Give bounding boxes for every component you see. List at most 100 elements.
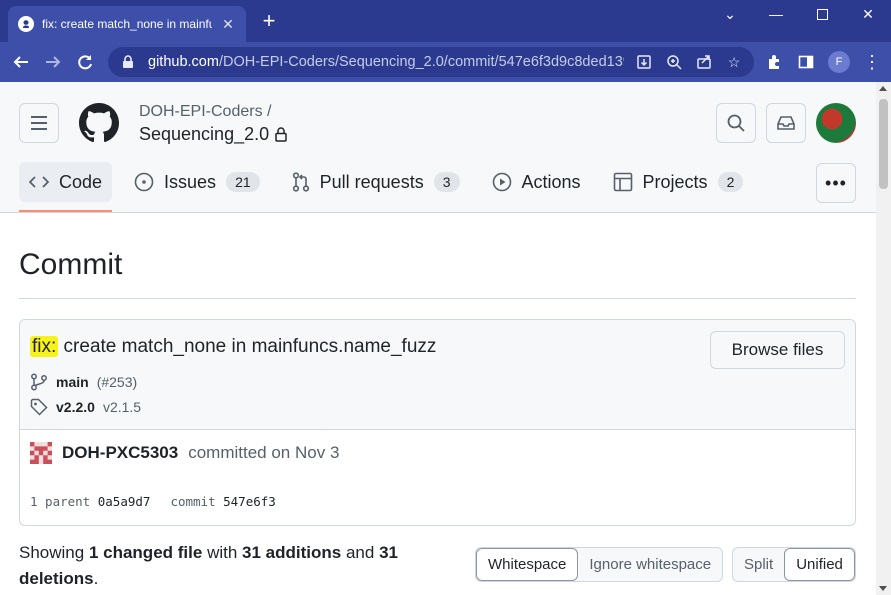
tag-link-secondary[interactable]: v2.1.5 bbox=[103, 399, 141, 415]
commit-sha: 547e6f3 bbox=[223, 494, 276, 509]
extensions-icon[interactable] bbox=[760, 48, 788, 76]
scroll-up-icon[interactable] bbox=[879, 86, 887, 91]
diff-summary: Showing 1 changed file with 31 additions… bbox=[19, 540, 439, 592]
author-link[interactable]: DOH-PXC5303 bbox=[62, 443, 178, 463]
browser-toolbar: github.com/DOH-EPI-Coders/Sequencing_2.0… bbox=[0, 42, 891, 82]
parent-label: 1 parent bbox=[30, 494, 91, 509]
browser-tab[interactable]: fix: create match_none in mainfu ✕ bbox=[8, 6, 246, 42]
tag-icon bbox=[30, 398, 48, 416]
summary-changed-files[interactable]: 1 changed file bbox=[89, 543, 202, 562]
tab-code[interactable]: Code bbox=[19, 162, 113, 212]
author-identicon-avatar[interactable] bbox=[30, 442, 52, 464]
install-app-icon[interactable] bbox=[634, 52, 654, 72]
minimize-icon[interactable]: — bbox=[753, 0, 799, 28]
branch-row: main (#253) bbox=[30, 373, 137, 391]
page-title: Commit bbox=[19, 248, 123, 281]
branch-link[interactable]: main bbox=[56, 374, 89, 390]
profile-avatar[interactable]: F bbox=[828, 51, 850, 73]
browse-files-button[interactable]: Browse files bbox=[710, 331, 845, 369]
tab-pull-requests[interactable]: Pull requests 3 bbox=[282, 162, 470, 202]
commit-title: fix: create match_none in mainfuncs.name… bbox=[30, 336, 436, 358]
kebab-horizontal-icon: ••• bbox=[825, 172, 847, 193]
share-icon[interactable] bbox=[694, 52, 714, 72]
pr-ref-link[interactable]: (#253) bbox=[97, 374, 137, 390]
pulls-counter: 3 bbox=[433, 172, 460, 192]
committed-text: committed on Nov 3 bbox=[188, 443, 340, 462]
url-path: /DOH-EPI-Coders/Sequencing_2.0/commit/54… bbox=[218, 54, 624, 70]
lock-icon[interactable] bbox=[118, 52, 138, 72]
tab-search-icon[interactable]: ⌄ bbox=[707, 0, 753, 28]
search-button[interactable] bbox=[716, 103, 756, 143]
summary-additions: 31 additions bbox=[242, 543, 342, 562]
diff-view-toggle: Split Unified bbox=[732, 547, 856, 582]
summary-and: and bbox=[345, 543, 375, 562]
lock-icon bbox=[275, 127, 287, 142]
more-options-button[interactable]: ••• bbox=[816, 163, 856, 203]
close-window-icon[interactable]: ✕ bbox=[845, 0, 891, 28]
tab-pull-requests-label: Pull requests bbox=[319, 171, 424, 192]
tab-issues-label: Issues bbox=[164, 171, 217, 192]
git-branch-icon bbox=[30, 373, 48, 391]
repo-nav: Code Issues 21 Pull requests 3 Actions P… bbox=[19, 162, 765, 213]
commit-prefix: fix: bbox=[30, 336, 59, 357]
tab-title: fix: create match_none in mainfu bbox=[42, 17, 212, 31]
tab-actions[interactable]: Actions bbox=[482, 162, 591, 202]
commit-header: fix: create match_none in mainfuncs.name… bbox=[20, 320, 855, 430]
url-text[interactable]: github.com/DOH-EPI-Coders/Sequencing_2.0… bbox=[148, 54, 624, 70]
commit-message: create match_none in mainfuncs.name_fuzz bbox=[58, 336, 437, 357]
inbox-button[interactable] bbox=[766, 103, 806, 143]
address-bar[interactable]: github.com/DOH-EPI-Coders/Sequencing_2.0… bbox=[108, 47, 754, 77]
title-divider bbox=[19, 298, 856, 299]
commit-label: commit bbox=[170, 494, 216, 509]
scroll-thumb[interactable] bbox=[879, 99, 888, 189]
user-avatar[interactable] bbox=[816, 103, 856, 143]
bookmark-star-icon[interactable]: ☆ bbox=[724, 52, 744, 72]
page-scrollbar[interactable] bbox=[876, 82, 891, 595]
issue-icon bbox=[134, 172, 154, 192]
github-favicon-icon bbox=[18, 16, 34, 32]
whitespace-toggle: Whitespace Ignore whitespace bbox=[475, 547, 724, 582]
summary-period: . bbox=[93, 569, 99, 588]
side-panel-icon[interactable] bbox=[792, 48, 820, 76]
maximize-icon[interactable] bbox=[799, 0, 845, 28]
github-logo-icon[interactable] bbox=[79, 103, 119, 143]
scroll-down-icon[interactable] bbox=[879, 586, 887, 591]
whitespace-button[interactable]: Whitespace bbox=[476, 548, 579, 581]
new-tab-icon[interactable]: + bbox=[258, 10, 280, 32]
tag-link-primary[interactable]: v2.2.0 bbox=[56, 399, 95, 415]
commit-details: fix: create match_none in mainfuncs.name… bbox=[19, 319, 856, 526]
url-host: github.com bbox=[148, 54, 219, 70]
browser-tabstrip: fix: create match_none in mainfu ✕ + ⌄ —… bbox=[0, 0, 891, 42]
parent-sha-link[interactable]: 0a5a9d7 bbox=[98, 494, 151, 509]
browser-menu-icon[interactable]: ⋮ bbox=[858, 48, 886, 76]
tags-row: v2.2.0 v2.1.5 bbox=[30, 398, 141, 416]
menu-button[interactable] bbox=[19, 103, 59, 143]
tab-projects-label: Projects bbox=[642, 171, 708, 192]
unified-view-button[interactable]: Unified bbox=[784, 548, 855, 581]
tab-code-label: Code bbox=[59, 171, 103, 192]
inbox-icon bbox=[777, 115, 795, 131]
tab-projects[interactable]: Projects 2 bbox=[603, 162, 754, 202]
issues-counter: 21 bbox=[226, 172, 260, 192]
reload-icon[interactable] bbox=[71, 48, 99, 76]
repo-owner-link[interactable]: DOH-EPI-Coders / bbox=[139, 103, 271, 121]
sha-row: 1 parent 0a5a9d7 commit 547e6f3 bbox=[30, 494, 276, 509]
play-icon bbox=[492, 172, 512, 192]
hamburger-icon bbox=[30, 115, 48, 131]
tab-close-icon[interactable]: ✕ bbox=[220, 16, 236, 33]
summary-showing: Showing bbox=[19, 543, 85, 562]
search-icon bbox=[727, 114, 745, 132]
forward-icon[interactable] bbox=[39, 48, 67, 76]
repo-name: Sequencing_2.0 bbox=[139, 124, 287, 145]
pull-request-icon bbox=[292, 172, 310, 192]
ignore-whitespace-button[interactable]: Ignore whitespace bbox=[578, 548, 722, 581]
repo-name-link[interactable]: Sequencing_2.0 bbox=[139, 124, 269, 145]
split-view-button[interactable]: Split bbox=[733, 548, 784, 581]
summary-with: with bbox=[207, 543, 238, 562]
zoom-icon[interactable] bbox=[664, 52, 684, 72]
back-icon[interactable] bbox=[7, 48, 35, 76]
projects-counter: 2 bbox=[717, 172, 744, 192]
tab-issues[interactable]: Issues 21 bbox=[124, 162, 270, 202]
author-row: DOH-PXC5303 committed on Nov 3 bbox=[30, 442, 339, 464]
table-icon bbox=[613, 172, 633, 192]
